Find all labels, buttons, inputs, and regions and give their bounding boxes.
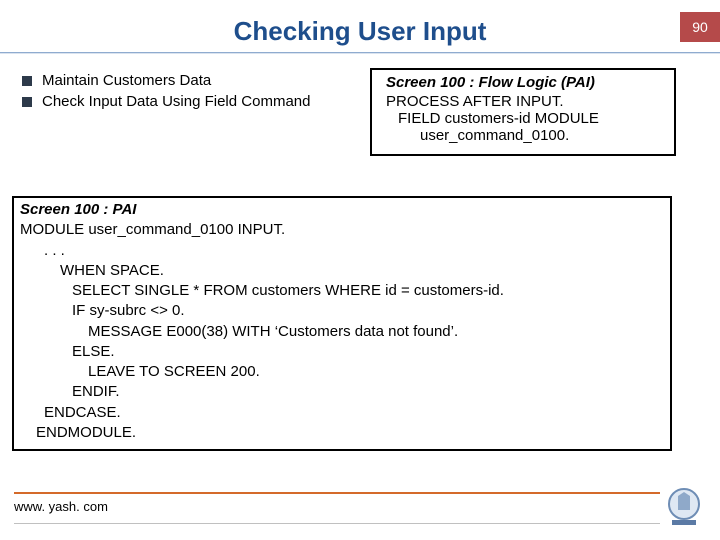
flow-line: FIELD customers-id MODULE: [398, 110, 668, 127]
code-line: ELSE.: [72, 342, 664, 362]
square-bullet-icon: [22, 97, 32, 107]
title-underline: [0, 52, 720, 54]
square-bullet-icon: [22, 76, 32, 86]
flow-line: user_command_0100.: [420, 127, 668, 144]
code-line: ENDMODULE.: [36, 423, 664, 443]
slide-title: Checking User Input: [0, 16, 720, 47]
pai-code-box: Screen 100 : PAI MODULE user_command_010…: [12, 196, 672, 451]
code-line: . . .: [44, 241, 664, 261]
bullet-text: Check Input Data Using Field Command: [42, 93, 310, 110]
footer-rule-orange: [14, 492, 660, 494]
code-line: MESSAGE E000(38) WITH ‘Customers data no…: [88, 322, 664, 342]
bullet-text-post: Command: [237, 93, 310, 110]
flow-line: PROCESS AFTER INPUT.: [386, 93, 668, 110]
flow-logic-box: Screen 100 : Flow Logic (PAI) PROCESS AF…: [370, 68, 676, 156]
bullet-item-2: Check Input Data Using Field Command: [22, 93, 310, 110]
pai-title: Screen 100 : PAI: [20, 200, 664, 220]
bullet-text: Maintain Customers Data: [42, 72, 211, 89]
code-line: MODULE user_command_0100 INPUT.: [20, 220, 664, 240]
code-line: ENDCASE.: [44, 403, 664, 423]
bullet-text-pre: Check Input Data Using: [42, 93, 205, 110]
code-line: ENDIF.: [72, 382, 664, 402]
bullet-list: Maintain Customers Data Check Input Data…: [22, 72, 310, 114]
bullet-item-1: Maintain Customers Data: [22, 72, 310, 89]
flow-logic-title: Screen 100 : Flow Logic (PAI): [386, 74, 668, 91]
bullet-text-field: Field: [205, 93, 238, 110]
code-line: LEAVE TO SCREEN 200.: [88, 362, 664, 382]
code-line: SELECT SINGLE * FROM customers WHERE id …: [72, 281, 664, 301]
emblem-icon: [666, 486, 702, 528]
code-line: WHEN SPACE.: [60, 261, 664, 281]
footer-rule-gray: [14, 523, 660, 524]
footer-url: www. yash. com: [14, 499, 108, 514]
page-number-badge: 90: [680, 12, 720, 42]
code-line: IF sy-subrc <> 0.: [72, 301, 664, 321]
